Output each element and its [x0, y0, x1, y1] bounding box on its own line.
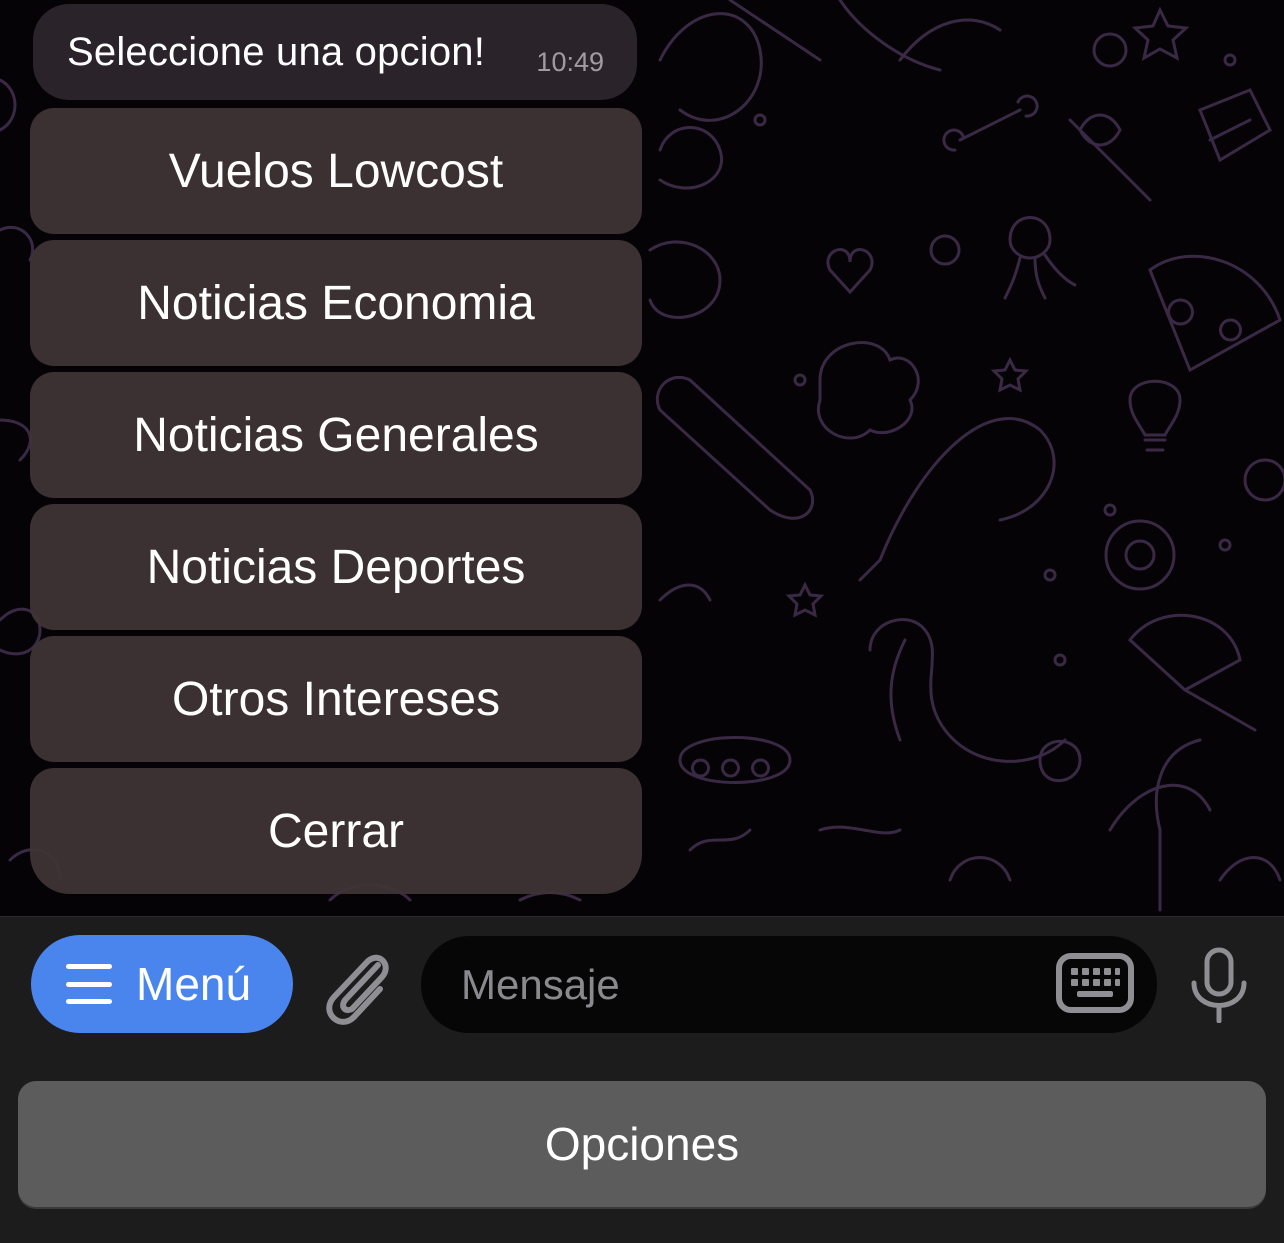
message-time: 10:49 [536, 47, 604, 77]
message-input[interactable]: Mensaje [421, 936, 1157, 1033]
reply-keyboard: Opciones [0, 1051, 1284, 1243]
opciones-button[interactable]: Opciones [18, 1081, 1266, 1207]
input-bar: Menú Mensaje [0, 916, 1284, 1051]
inline-button-otros-intereses[interactable]: Otros Intereses [30, 636, 642, 762]
message-bubble: Seleccione una opcion! 10:49 [33, 4, 637, 100]
inline-keyboard: Vuelos Lowcost Noticias Economia Noticia… [30, 108, 642, 900]
menu-button-label: Menú [136, 958, 252, 1010]
inline-button-noticias-generales[interactable]: Noticias Generales [30, 372, 642, 498]
keyboard-icon[interactable] [1055, 952, 1135, 1014]
message-input-placeholder: Mensaje [461, 960, 620, 1008]
menu-button[interactable]: Menú [31, 935, 293, 1033]
message-text: Seleccione una opcion! [67, 29, 486, 74]
microphone-icon[interactable] [1186, 947, 1252, 1023]
inline-button-noticias-economia[interactable]: Noticias Economia [30, 240, 642, 366]
hamburger-icon [66, 964, 112, 1004]
inline-button-cerrar[interactable]: Cerrar [30, 768, 642, 894]
inline-button-noticias-deportes[interactable]: Noticias Deportes [30, 504, 642, 630]
chat-area: Seleccione una opcion! 10:49 Vuelos Lowc… [0, 0, 1284, 916]
inline-button-vuelos-lowcost[interactable]: Vuelos Lowcost [30, 108, 642, 234]
paperclip-icon[interactable] [320, 943, 396, 1027]
